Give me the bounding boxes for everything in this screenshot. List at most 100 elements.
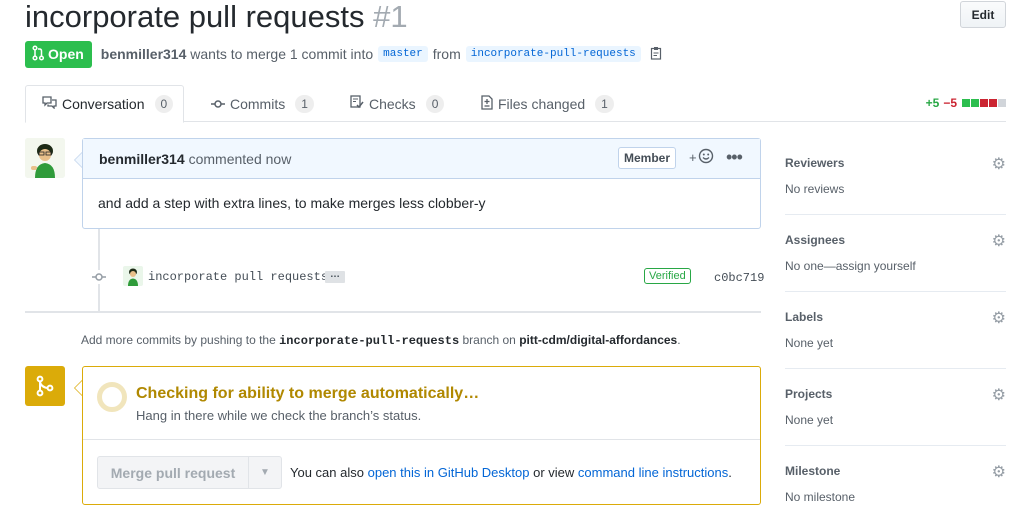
sidebar-title: Assignees	[785, 233, 846, 247]
sidebar-labels: Labels ⚙ None yet	[785, 292, 1006, 369]
comment-caret-fill	[75, 153, 82, 167]
sidebar-title: Labels	[785, 310, 824, 324]
sidebar-assignees: Assignees ⚙ No one—assign yourself	[785, 215, 1006, 292]
checklist-icon	[350, 95, 364, 112]
merge-caret-fill	[75, 381, 82, 395]
pr-author-link[interactable]: benmiller314	[101, 46, 187, 62]
gear-icon[interactable]: ⚙	[992, 385, 1006, 405]
file-diff-icon	[481, 94, 493, 113]
tab-commits[interactable]: Commits 1	[211, 85, 314, 122]
push-note: Add more commits by pushing to the incor…	[81, 333, 681, 348]
diffstat-block	[971, 99, 979, 107]
merge-pull-request-button[interactable]: Merge pull request ▼	[97, 456, 282, 489]
state-label: Open	[48, 46, 84, 62]
merge-actions: Merge pull request ▼ You can also open t…	[83, 440, 760, 504]
sidebar-reviewers: Reviewers ⚙ No reviews	[785, 138, 1006, 215]
pending-status-icon	[97, 382, 127, 412]
pr-title-text: incorporate pull requests	[25, 0, 365, 34]
tab-label: Conversation	[62, 96, 145, 112]
base-branch[interactable]: master	[378, 46, 428, 62]
also-prefix: You can also	[290, 465, 364, 480]
additions-count: +5	[925, 96, 940, 110]
tab-counter: 0	[154, 95, 174, 113]
sidebar-value: None yet	[785, 413, 834, 427]
commit-author-avatar[interactable]	[123, 266, 143, 286]
tab-label: Commits	[230, 95, 286, 112]
sidebar-projects: Projects ⚙ None yet	[785, 369, 1006, 446]
sidebar-title: Reviewers	[785, 156, 845, 170]
sidebar-value[interactable]: No one—assign yourself	[785, 259, 916, 273]
sidebar-title: Milestone	[785, 464, 841, 478]
diffstat-block	[989, 99, 997, 107]
merge-status-heading: Checking for ability to merge automatica…	[136, 385, 480, 402]
git-commit-icon	[92, 270, 106, 284]
git-commit-icon	[211, 96, 225, 112]
tab-conversation[interactable]: Conversation 0	[25, 85, 184, 123]
pr-meta: Open benmiller314 wants to merge 1 commi…	[25, 40, 662, 68]
merge-alternatives: You can also open this in GitHub Desktop…	[290, 465, 732, 480]
commit-sha-link[interactable]: c0bc719	[714, 271, 764, 285]
expand-commit-button[interactable]: …	[325, 270, 345, 283]
timeline-divider	[25, 311, 761, 313]
merge-box: Checking for ability to merge automatica…	[82, 366, 761, 505]
state-badge: Open	[25, 40, 92, 68]
push-note-prefix: Add more commits by pushing to the	[81, 333, 276, 347]
push-note-middle: branch on	[462, 333, 516, 347]
merge-status-section: Checking for ability to merge automatica…	[83, 367, 760, 440]
member-badge: Member	[618, 147, 677, 169]
also-suffix: .	[728, 465, 732, 480]
verified-badge[interactable]: Verified	[644, 268, 691, 284]
sidebar-value: No reviews	[785, 182, 845, 196]
pr-number: #1	[373, 0, 408, 34]
comment-body: and add a step with extra lines, to make…	[98, 195, 486, 211]
clipboard-icon[interactable]	[650, 46, 662, 63]
edit-button[interactable]: Edit	[960, 1, 1006, 28]
comment-timestamp[interactable]: commented now	[189, 151, 292, 167]
tab-counter: 1	[595, 94, 614, 113]
add-reaction-button[interactable]: +	[689, 148, 714, 167]
tab-label: Files changed	[498, 95, 586, 112]
open-in-desktop-link[interactable]: open this in GitHub Desktop	[368, 465, 530, 480]
smiley-icon	[698, 148, 714, 167]
pr-title: incorporate pull requests #1	[25, 0, 408, 34]
tab-counter: 1	[295, 94, 314, 113]
pr-tabs: Conversation 0 Commits 1 Checks 0 Files …	[25, 85, 1006, 123]
push-note-branch: incorporate-pull-requests	[279, 334, 460, 348]
sidebar-value: No milestone	[785, 490, 856, 504]
gear-icon[interactable]: ⚙	[992, 308, 1006, 328]
gear-icon[interactable]: ⚙	[992, 231, 1006, 251]
tab-checks[interactable]: Checks 0	[350, 85, 445, 122]
comment-discussion-icon	[42, 96, 57, 112]
diffstat-block	[962, 99, 970, 107]
comment-author[interactable]: benmiller314	[99, 151, 185, 167]
gear-icon[interactable]: ⚙	[992, 462, 1006, 482]
diffstat-block	[998, 99, 1006, 107]
tab-counter: 0	[425, 94, 445, 113]
push-note-repo: pitt-cdm/digital-affordances	[519, 333, 678, 347]
comment-box: benmiller314 commented now Member + ••• …	[82, 138, 761, 229]
tab-files-changed[interactable]: Files changed 1	[481, 85, 614, 122]
head-branch[interactable]: incorporate-pull-requests	[465, 46, 641, 62]
command-line-instructions-link[interactable]: command line instructions	[578, 465, 728, 480]
deletions-count: −5	[943, 96, 957, 110]
sidebar-title: Projects	[785, 387, 833, 401]
commit-item: incorporate pull requests … Verified c0b…	[90, 264, 764, 292]
triangle-down-icon[interactable]: ▼	[249, 457, 281, 488]
also-middle: or view	[533, 465, 575, 480]
merge-status-subtext: Hang in there while we check the branch’…	[136, 408, 422, 423]
merge-button-label[interactable]: Merge pull request	[98, 457, 249, 488]
comment-header: benmiller314 commented now Member + •••	[83, 139, 760, 179]
tab-label: Checks	[369, 95, 416, 112]
sidebar-milestone: Milestone ⚙ No milestone	[785, 446, 1006, 522]
merge-icon	[25, 366, 65, 406]
push-note-suffix: .	[677, 333, 681, 347]
commit-message-link[interactable]: incorporate pull requests	[148, 270, 328, 284]
diffstat: +5 −5	[926, 96, 1006, 110]
gear-icon[interactable]: ⚙	[992, 154, 1006, 174]
kebab-horizontal-icon[interactable]: •••	[726, 147, 743, 168]
pull-request-icon	[32, 44, 45, 64]
avatar[interactable]	[25, 138, 65, 178]
diffstat-block	[980, 99, 988, 107]
merge-text: wants to merge 1 commit into	[190, 46, 374, 62]
from-text: from	[432, 46, 461, 62]
